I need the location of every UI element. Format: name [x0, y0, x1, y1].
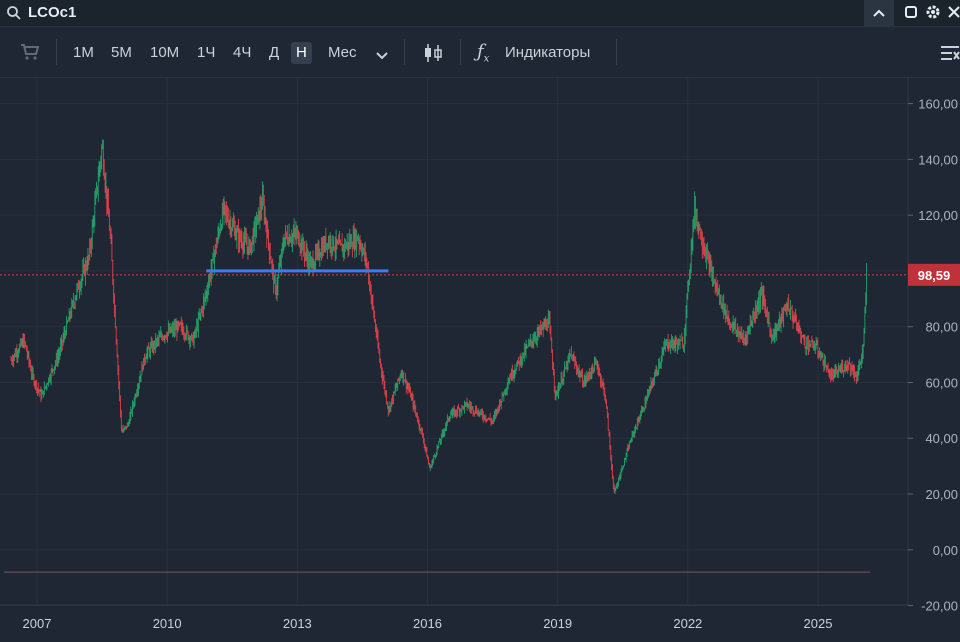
interval-1m[interactable]: 1М: [73, 42, 94, 64]
search-icon[interactable]: [6, 5, 22, 26]
interval-5m[interactable]: 5М: [111, 42, 132, 64]
candles: [10, 139, 868, 494]
candles-icon[interactable]: [422, 42, 444, 69]
function-icon[interactable]: ƒx: [477, 41, 489, 65]
x-tick-label: 2019: [543, 616, 572, 631]
y-tick-label: 160,00: [918, 97, 958, 112]
x-tick-label: 2016: [413, 616, 442, 631]
y-tick-label: 80,00: [925, 320, 958, 335]
x-tick-label: 2022: [673, 616, 702, 631]
chart-area[interactable]: 160,00140,00120,00100,0080,0060,0040,002…: [0, 78, 960, 637]
restore-icon[interactable]: [904, 5, 918, 19]
y-tick-label: 60,00: [925, 375, 958, 390]
top-bar: LCOc1: [0, 0, 960, 27]
cart-icon[interactable]: [20, 43, 40, 66]
last-price-tag: 98,59: [908, 263, 960, 286]
close-icon[interactable]: [948, 5, 960, 19]
toolbar-separator: [404, 39, 405, 65]
interval-10m[interactable]: 10М: [150, 42, 179, 64]
toolbar-separator: [616, 39, 617, 65]
menu-icon[interactable]: [940, 44, 960, 67]
x-tick-label: 2007: [23, 616, 52, 631]
chart-toolbar: 1М 5М 10М 1Ч 4Ч Д Н Мес ƒx Индикаторы: [0, 27, 960, 78]
symbol-name[interactable]: LCOc1: [28, 4, 76, 21]
collapse-button[interactable]: [864, 0, 894, 26]
interval-month[interactable]: Мес: [328, 42, 357, 64]
x-axis[interactable]: 2007 2010 2013 2016 2019 2022 2025: [23, 616, 833, 631]
chevron-up-icon: [873, 9, 885, 17]
price-chart[interactable]: 160,00140,00120,00100,0080,0060,0040,002…: [0, 78, 960, 637]
x-tick-label: 2025: [804, 616, 833, 631]
y-axis[interactable]: 160,00140,00120,00100,0080,0060,0040,002…: [908, 97, 958, 614]
toolbar-separator: [460, 39, 461, 65]
x-tick-label: 2010: [153, 616, 182, 631]
y-tick-label: 40,00: [925, 431, 958, 446]
window-controls: [904, 4, 960, 20]
y-tick-label: 20,00: [925, 487, 958, 502]
gear-icon[interactable]: [925, 4, 941, 20]
y-tick-label: 140,00: [918, 152, 958, 167]
y-tick-label: 120,00: [918, 208, 958, 223]
interval-week[interactable]: Н: [291, 42, 312, 64]
toolbar-separator: [56, 39, 57, 65]
chevron-down-icon[interactable]: [375, 48, 389, 66]
indicators-button[interactable]: Индикаторы: [505, 42, 590, 64]
interval-1h[interactable]: 1Ч: [197, 42, 215, 64]
price-tag-label: 98,59: [918, 268, 951, 283]
y-tick-label: -20,00: [921, 599, 958, 614]
interval-day[interactable]: Д: [269, 42, 279, 64]
interval-4h[interactable]: 4Ч: [233, 42, 251, 64]
y-tick-label: 0,00: [933, 543, 958, 558]
x-tick-label: 2013: [283, 616, 312, 631]
